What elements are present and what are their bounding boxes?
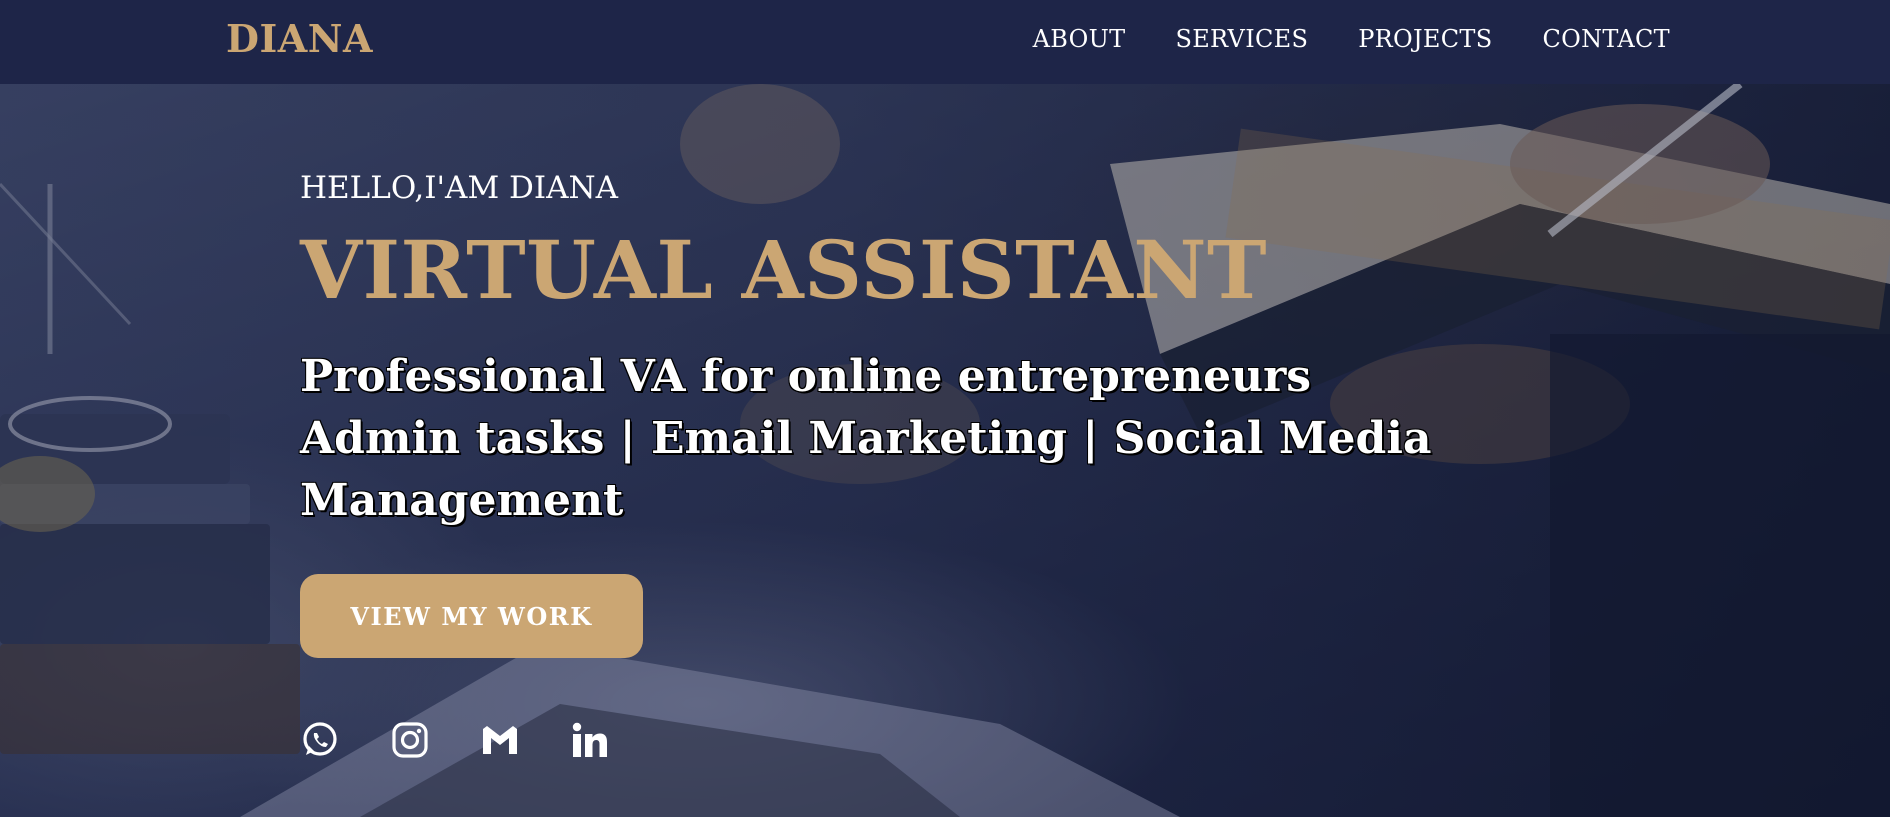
nav-links: ABOUT SERVICES PROJECTS CONTACT	[1033, 25, 1670, 53]
nav-link-projects[interactable]: PROJECTS	[1358, 25, 1492, 53]
linkedin-icon[interactable]	[570, 720, 610, 760]
view-my-work-button[interactable]: VIEW MY WORK	[300, 574, 643, 658]
hero-section: HELLO,I'AM DIANA VIRTUAL ASSISTANT Profe…	[0, 84, 1890, 817]
hero-tagline-line: Admin tasks | Email Marketing | Social M…	[300, 413, 1432, 464]
brand-logo[interactable]: DIANA	[226, 16, 373, 61]
instagram-icon[interactable]	[390, 720, 430, 760]
nav-link-contact[interactable]: CONTACT	[1542, 25, 1670, 53]
social-links	[300, 720, 610, 760]
hero-tagline-line: Management	[300, 475, 624, 526]
nav-link-services[interactable]: SERVICES	[1175, 25, 1308, 53]
gmail-icon[interactable]	[480, 720, 520, 760]
hero-tagline: Professional VA for online entrepreneurs…	[300, 346, 1450, 532]
hero-tagline-line: Professional VA for online entrepreneurs	[300, 351, 1312, 402]
nav-link-about[interactable]: ABOUT	[1033, 25, 1126, 53]
whatsapp-icon[interactable]	[300, 720, 340, 760]
hero-greeting: HELLO,I'AM DIANA	[300, 170, 619, 206]
hero-title: VIRTUAL ASSISTANT	[300, 223, 1268, 317]
navbar: DIANA ABOUT SERVICES PROJECTS CONTACT	[0, 0, 1890, 84]
